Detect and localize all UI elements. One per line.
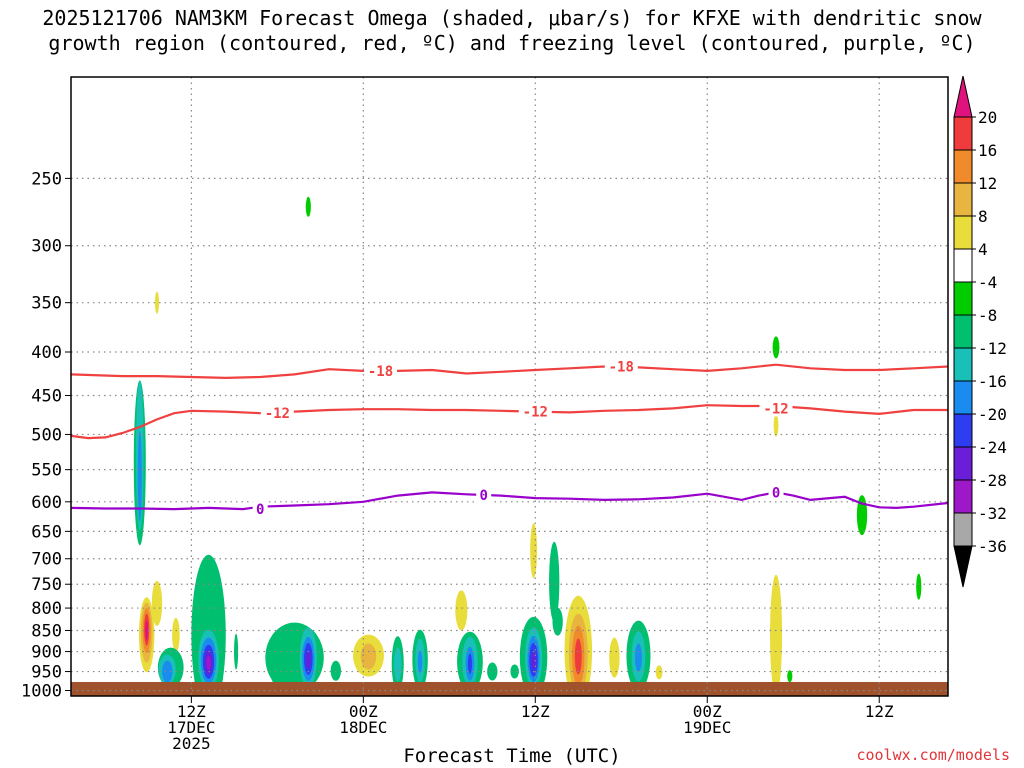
temperature-contours: -18 -18 -12 -12 -12 0 0 0	[71, 358, 948, 518]
omega-cell	[916, 573, 922, 600]
omega-cell	[635, 643, 642, 672]
contour-line	[71, 404, 948, 440]
colorbar-label: -24	[978, 438, 1007, 457]
colorbar-segment	[953, 182, 973, 217]
omega-cell	[655, 665, 663, 680]
colorbar-segment	[953, 215, 973, 250]
omega-cell	[393, 647, 402, 682]
omega-cell	[154, 291, 160, 314]
colorbar-segment	[953, 149, 973, 184]
contour-label: 0	[479, 488, 487, 504]
omega-cell	[455, 590, 468, 631]
y-tick-label: 900	[31, 643, 62, 663]
colorbar-segment	[953, 347, 973, 382]
colorbar-label: -20	[978, 405, 1007, 424]
colorbar-segment	[953, 281, 973, 316]
colorbar-segment	[953, 248, 973, 283]
y-tick-label: 700	[31, 550, 62, 570]
colorbar: 20 16 12 8 4 -4 -8 -12 -16 -20 -24 -28 -32 -36	[953, 75, 1007, 588]
omega-shading	[133, 196, 922, 696]
y-tick-label: 250	[31, 169, 62, 189]
contour-label: -12	[265, 406, 290, 422]
y-tick-label: 800	[31, 599, 62, 619]
contour-label: 0	[256, 502, 264, 518]
y-tick-label: 500	[31, 425, 62, 445]
colorbar-label: -16	[978, 372, 1007, 391]
omega-cell	[773, 414, 779, 437]
contour-label: 0	[772, 485, 780, 501]
omega-cell	[574, 638, 582, 675]
y-tick-label: 750	[31, 575, 62, 595]
contour-line	[71, 491, 948, 511]
colorbar-segment	[953, 479, 973, 514]
x-tick-label: 12Z	[865, 702, 894, 721]
colorbar-label: 8	[978, 207, 988, 226]
x-tick-label: 19DEC	[683, 718, 731, 737]
y-tick-label: 300	[31, 237, 62, 257]
omega-cell	[172, 617, 180, 652]
contour-label: -18	[609, 359, 634, 375]
colorbar-bottom-arrow	[953, 545, 973, 588]
omega-chart: -18 -18 -12 -12 -12 0 0 0 250 300 350 400 450 500 550…	[21, 75, 1007, 753]
colorbar-segment	[953, 413, 973, 448]
colorbar-label: -4	[978, 273, 997, 292]
omega-cell	[305, 196, 311, 217]
omega-cell	[770, 574, 783, 695]
omega-cell	[417, 650, 423, 673]
colorbar-segment	[953, 380, 973, 415]
y-tick-label: 1000	[21, 681, 62, 701]
colorbar-label: 12	[978, 174, 997, 193]
colorbar-segment	[953, 314, 973, 349]
y-tick-label: 450	[31, 387, 62, 407]
colorbar-label: -12	[978, 339, 1007, 358]
contour-label: -12	[763, 401, 788, 417]
omega-cell	[772, 336, 780, 359]
y-axis: 2503003504004505005506006507007508008509…	[21, 169, 71, 701]
y-tick-label: 550	[31, 461, 62, 481]
y-tick-label: 650	[31, 522, 62, 542]
x-tick-label: 12Z	[521, 702, 550, 721]
colorbar-label: 16	[978, 141, 997, 160]
colorbar-label: -36	[978, 537, 1007, 556]
colorbar-label: 4	[978, 240, 988, 259]
watermark: coolwx.com/models	[856, 746, 1010, 764]
colorbar-label: 20	[978, 108, 997, 127]
omega-cell	[330, 660, 341, 681]
omega-cell	[206, 655, 211, 670]
omega-cell	[145, 620, 149, 641]
y-tick-label: 850	[31, 621, 62, 641]
omega-cell	[270, 654, 281, 685]
contour-label: -12	[523, 405, 548, 421]
y-tick-label: 400	[31, 343, 62, 363]
y-tick-label: 350	[31, 294, 62, 314]
colorbar-segment	[953, 512, 973, 547]
y-tick-label: 950	[31, 663, 62, 683]
ground-surface	[71, 682, 948, 696]
colorbar-segment	[953, 446, 973, 481]
omega-cell	[306, 650, 311, 669]
colorbar-top-arrow	[953, 75, 973, 118]
colorbar-segment	[953, 116, 973, 151]
contour-line	[71, 363, 948, 380]
colorbar-label: -32	[978, 504, 1007, 523]
colorbar-label: -8	[978, 306, 997, 325]
colorbar-label: -28	[978, 471, 1007, 490]
omega-cell	[552, 607, 563, 636]
y-tick-label: 600	[31, 493, 62, 513]
x-tick-label: 18DEC	[339, 718, 387, 737]
omega-cell	[467, 653, 473, 674]
contour-label: -18	[368, 364, 393, 380]
